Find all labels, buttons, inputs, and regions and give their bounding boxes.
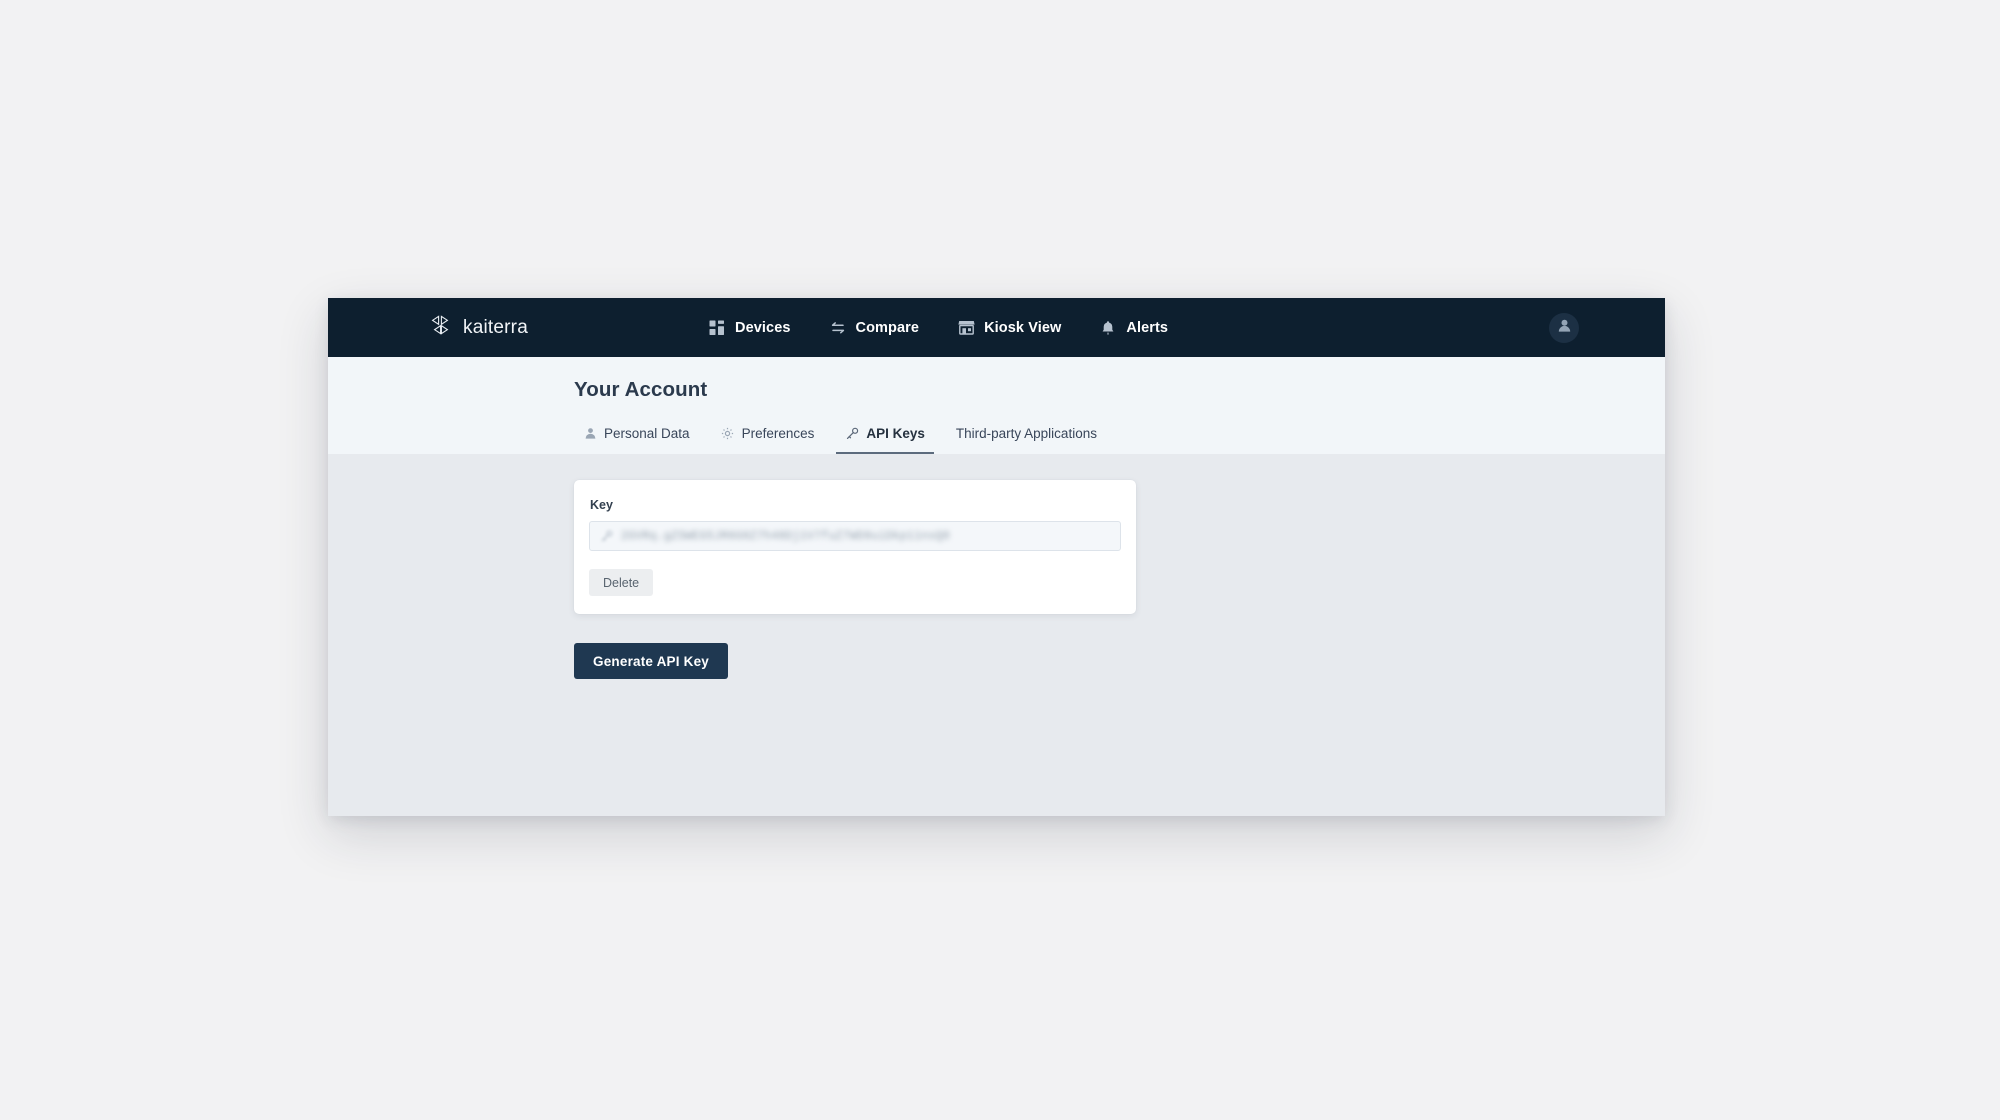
brand-logo[interactable]: kaiterra (430, 313, 528, 342)
person-icon (583, 427, 597, 441)
user-avatar-icon (1557, 318, 1572, 338)
tab-third-party-applications[interactable]: Third-party Applications (947, 426, 1106, 454)
delete-key-button[interactable]: Delete (589, 569, 654, 596)
nav-label-devices: Devices (735, 319, 791, 336)
tab-label-third-party-applications: Third-party Applications (955, 426, 1097, 441)
storefront-icon (957, 319, 975, 337)
top-navbar: kaiterra Devices Compare Kiosk View Aler… (328, 298, 1665, 357)
user-avatar[interactable] (1549, 312, 1579, 343)
tab-preferences[interactable]: Preferences (712, 426, 824, 454)
generate-api-key-button[interactable]: Generate API Key (574, 643, 728, 679)
tab-label-personal-data: Personal Data (604, 426, 690, 441)
api-key-input[interactable]: 2GVRq.gZSWEG5JR6G0Z7h48Dj1V7fuZ7WD9uiDkp… (589, 521, 1121, 551)
key-field-label: Key (590, 498, 613, 512)
gear-icon (721, 427, 735, 441)
main-content: Key 2GVRq.gZSWEG5JR6G0Z7h48Dj1V7fuZ7WD9u… (328, 454, 1665, 816)
grid-icon (708, 319, 726, 337)
page-title: Your Account (574, 378, 708, 401)
api-key-value: 2GVRq.gZSWEG5JR6G0Z7h48Dj1V7fuZ7WD9uiDkp… (621, 529, 950, 543)
tab-api-keys[interactable]: API Keys (836, 426, 934, 454)
bell-icon (1099, 319, 1117, 337)
key-icon (600, 530, 613, 543)
nav-label-alerts: Alerts (1126, 319, 1169, 336)
account-tabs: Personal Data Preferences API Keys Third… (574, 426, 1106, 454)
api-key-card: Key 2GVRq.gZSWEG5JR6G0Z7h48Dj1V7fuZ7WD9u… (574, 480, 1136, 614)
key-icon (845, 427, 859, 441)
nav-label-kiosk-view: Kiosk View (984, 319, 1062, 336)
nav-item-compare[interactable]: Compare (829, 319, 920, 337)
nav-item-devices[interactable]: Devices (708, 319, 791, 337)
nav-links: Devices Compare Kiosk View Alerts (708, 319, 1168, 337)
screenshot-stage: kaiterra Devices Compare Kiosk View Aler… (0, 0, 2000, 1120)
tab-personal-data[interactable]: Personal Data (574, 426, 699, 454)
app-window: kaiterra Devices Compare Kiosk View Aler… (328, 298, 1665, 816)
compare-arrows-icon (829, 319, 847, 337)
tab-label-preferences: Preferences (741, 426, 815, 441)
kaiterra-logo-icon (430, 313, 454, 342)
nav-item-alerts[interactable]: Alerts (1099, 319, 1168, 337)
brand-name: kaiterra (463, 316, 528, 338)
page-header-band: Your Account Personal Data Preferences A… (328, 357, 1665, 454)
nav-label-compare: Compare (855, 319, 920, 336)
nav-item-kiosk-view[interactable]: Kiosk View (957, 319, 1061, 337)
tab-label-api-keys: API Keys (866, 426, 925, 441)
